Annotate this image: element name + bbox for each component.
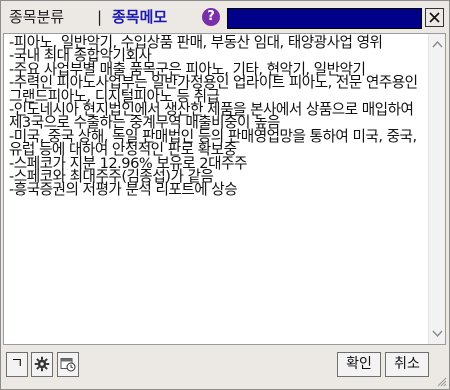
tab-stock-classification[interactable]: 종목분류 — [9, 8, 64, 26]
title-bar: 종목분류 | 종목메모 ? — [1, 1, 449, 31]
memo-content: -피아노, 일반악기, 수입상품 판매, 부동산 임대, 태양광사업 영위 -국내… — [9, 35, 425, 199]
giyeok-button[interactable]: ㄱ — [6, 352, 28, 377]
calendar-clock-icon — [60, 358, 76, 372]
chevron-down-icon[interactable] — [432, 330, 443, 338]
tab-separator: | — [97, 8, 103, 26]
memo-line: -흥국증권의 저평가 분석 리포트에 상승 — [9, 181, 238, 199]
close-button[interactable] — [425, 8, 444, 27]
memo-line: -미국, 중국 상해, 독일 판매법인 등의 판매영업망을 통하여 미국, 중국… — [9, 127, 417, 159]
close-icon — [429, 12, 440, 23]
memo-line: -주력인 피아노사업부는 일반가정용인 업라이트 피아노, 전문 연주용인 그랜… — [9, 74, 418, 105]
tab-stock-memo[interactable]: 종목메모 — [112, 8, 167, 26]
memo-textarea[interactable]: -피아노, 일반악기, 수입상품 판매, 부동산 임대, 태양광사업 영위 -국내… — [3, 33, 446, 345]
memo-line: -인도네시아 현지법인에서 생산한 제품을 본사에서 상품으로 매입하여 제3국… — [9, 101, 414, 132]
help-icon[interactable]: ? — [202, 8, 220, 26]
vertical-scrollbar[interactable] — [428, 34, 445, 344]
cancel-button[interactable]: 취소 — [385, 352, 429, 377]
ok-button[interactable]: 확인 — [337, 352, 381, 377]
stock-memo-window: 종목분류 | 종목메모 ? -피아노, 일반악기, 수입상품 판매, 부동산 임… — [0, 0, 450, 390]
chevron-up-icon[interactable] — [432, 40, 443, 48]
calendar-button[interactable] — [57, 352, 79, 377]
stock-name-field[interactable] — [227, 8, 422, 29]
resize-grip-icon[interactable] — [435, 375, 447, 387]
gear-icon — [34, 356, 50, 372]
settings-button[interactable] — [31, 352, 53, 377]
